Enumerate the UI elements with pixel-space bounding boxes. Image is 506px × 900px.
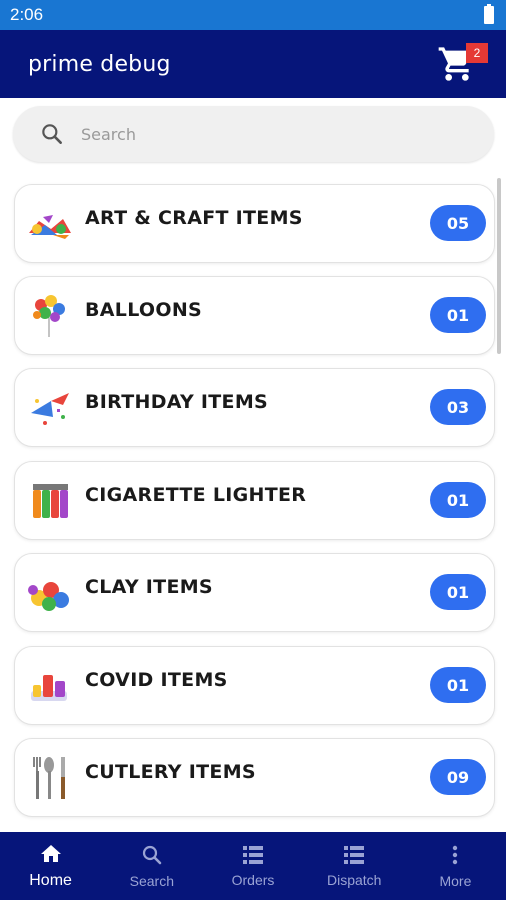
category-count-badge: 01 — [430, 667, 486, 703]
category-card-clay[interactable]: CLAY ITEMS 01 — [14, 553, 495, 632]
nav-more[interactable]: More — [405, 832, 506, 900]
category-card-balloons[interactable]: BALLOONS 01 — [14, 276, 495, 355]
nav-label: Dispatch — [326, 872, 382, 888]
category-count-badge: 01 — [430, 574, 486, 610]
category-label: CLAY ITEMS — [85, 576, 213, 598]
category-count-badge: 09 — [430, 759, 486, 795]
category-card-art-craft[interactable]: ART & CRAFT ITEMS 05 — [14, 184, 495, 263]
scrollbar[interactable] — [497, 178, 501, 354]
search-bar[interactable] — [13, 106, 494, 162]
nav-label: Orders — [231, 872, 275, 888]
nav-label: More — [439, 873, 472, 889]
category-card-lighter[interactable]: CIGARETTE LIGHTER 01 — [14, 461, 495, 540]
app-title: prime debug — [28, 51, 171, 77]
art-craft-icon — [29, 215, 71, 239]
balloons-icon — [33, 295, 65, 337]
category-label: BIRTHDAY ITEMS — [85, 391, 269, 413]
category-label: COVID ITEMS — [85, 669, 228, 691]
nav-label: Search — [129, 873, 174, 889]
search-icon — [142, 845, 162, 865]
battery-icon — [484, 4, 494, 24]
status-time: 2:06 — [10, 5, 44, 24]
category-card-cutlery[interactable]: CUTLERY ITEMS 09 — [14, 738, 495, 817]
nav-dispatch[interactable]: Dispatch — [304, 832, 405, 900]
category-count-badge: 01 — [430, 482, 486, 518]
nav-home[interactable]: Home — [0, 832, 101, 900]
home-icon — [40, 845, 61, 862]
cutlery-icon — [33, 757, 65, 799]
category-count-badge: 03 — [430, 389, 486, 425]
category-label: CIGARETTE LIGHTER — [85, 484, 307, 506]
cart-count-badge: 2 — [466, 43, 488, 63]
search-input[interactable] — [81, 124, 461, 144]
category-card-covid[interactable]: COVID ITEMS 01 — [14, 646, 495, 725]
cart-button[interactable]: 2 — [432, 39, 488, 89]
list-icon — [243, 846, 263, 864]
nav-label: Home — [29, 872, 72, 889]
category-label: BALLOONS — [85, 299, 203, 321]
more-vert-icon — [453, 845, 458, 865]
category-count-badge: 05 — [430, 205, 486, 241]
app-bar: prime debug 2 — [0, 30, 506, 98]
bottom-navigation: Home Search Orders Dispatch More — [0, 832, 506, 900]
lighter-icon — [33, 484, 68, 518]
status-bar: 2:06 — [0, 0, 506, 30]
category-label: ART & CRAFT ITEMS — [85, 207, 303, 229]
category-card-birthday[interactable]: BIRTHDAY ITEMS 03 — [14, 368, 495, 447]
list-icon — [344, 846, 365, 864]
birthday-icon — [31, 393, 69, 425]
covid-icon — [31, 675, 67, 701]
nav-orders[interactable]: Orders — [202, 832, 303, 900]
nav-search[interactable]: Search — [101, 832, 202, 900]
category-label: CUTLERY ITEMS — [85, 761, 256, 783]
category-count-badge: 01 — [430, 297, 486, 333]
clay-icon — [28, 582, 69, 611]
search-icon — [42, 124, 62, 144]
category-list[interactable]: ART & CRAFT ITEMS 05 BALLOONS 01 BIRTHDA… — [0, 176, 506, 832]
